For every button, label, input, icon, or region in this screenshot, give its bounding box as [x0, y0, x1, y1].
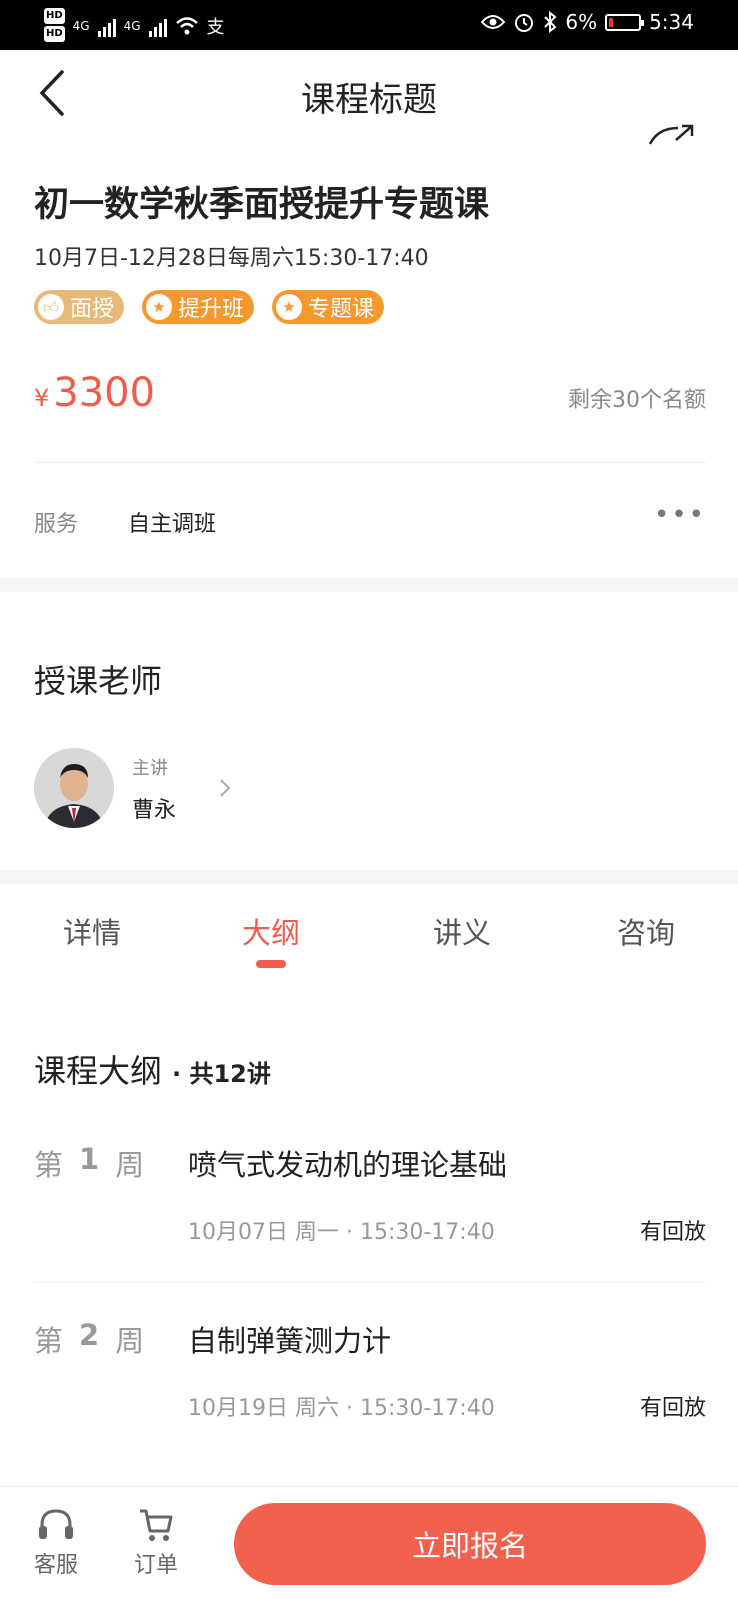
- outline-title: 课程大纲: [34, 1052, 163, 1090]
- remaining-quota: 剩余30个名额: [568, 388, 706, 413]
- tag-face-to-face: 👍︎ 面授: [34, 290, 125, 324]
- tab-handouts[interactable]: 讲义: [402, 910, 522, 952]
- lesson-replay: 有回放: [639, 1220, 706, 1245]
- more-icon[interactable]: •••: [654, 500, 706, 530]
- page-title: 课程标题: [301, 80, 437, 120]
- course-schedule: 10月7日-12月28日每周六15:30-17:40: [34, 246, 429, 271]
- outline-heading: 课程大纲 · 共12讲: [34, 1046, 271, 1092]
- tab-details[interactable]: 详情: [32, 910, 152, 952]
- share-icon[interactable]: [648, 122, 696, 148]
- course-tags: 👍︎ 面授 ★ 提升班 ★ 专题课: [34, 290, 385, 324]
- tag-label: 面授: [70, 297, 115, 322]
- star-icon: ★: [146, 294, 173, 320]
- section-gap: [0, 578, 738, 592]
- currency-symbol: ¥: [34, 384, 50, 412]
- status-left: HD HD 4G 4G 支: [44, 8, 225, 44]
- course-title: 初一数学秋季面授提升专题课: [34, 185, 490, 225]
- battery-icon: [605, 13, 645, 31]
- enroll-button[interactable]: 立即报名: [234, 1503, 706, 1585]
- section-gap: [0, 870, 738, 884]
- tab-bar: 详情 大纲 讲义 咨询: [0, 886, 738, 976]
- thumbs-up-icon: 👍︎: [38, 294, 64, 320]
- active-tab-indicator: [256, 960, 286, 968]
- week-suffix: 周: [115, 1148, 145, 1182]
- customer-service-button[interactable]: 客服: [26, 1507, 86, 1579]
- status-right: 6% 5:34: [481, 10, 694, 34]
- orders-label: 订单: [133, 1553, 178, 1578]
- eye-icon: [481, 15, 506, 29]
- bluetooth-icon: [544, 11, 557, 33]
- lesson-meta: 10月19日 周六 · 15:30-17:40: [188, 1396, 495, 1421]
- divider: [34, 462, 706, 463]
- week-prefix: 第: [34, 1148, 64, 1182]
- week-number: 2: [79, 1318, 100, 1352]
- week-suffix: 周: [115, 1324, 145, 1358]
- nav-header: 课程标题: [0, 50, 738, 145]
- network-label-2: 4G: [123, 19, 141, 33]
- tab-consult[interactable]: 咨询: [586, 910, 706, 952]
- bottom-action-bar: 客服 订单 立即报名: [0, 1486, 738, 1600]
- tag-improvement-class: ★ 提升班: [142, 290, 255, 324]
- lesson-item[interactable]: 第 2 周 自制弹簧测力计 10月19日 周六 · 15:30-17:40 有回…: [0, 1318, 738, 1498]
- divider: [34, 1282, 706, 1283]
- tag-topic-course: ★ 专题课: [272, 290, 385, 324]
- lesson-item[interactable]: 第 1 周 喷气式发动机的理论基础 10月07日 周一 · 15:30-17:4…: [0, 1142, 738, 1322]
- service-value[interactable]: 自主调班: [128, 506, 216, 538]
- network-label-1: 4G: [72, 19, 90, 33]
- lesson-week: 第 2 周: [34, 1318, 144, 1360]
- cart-icon: [140, 1509, 173, 1541]
- teacher-heading: 授课老师: [34, 662, 163, 700]
- clock: 5:34: [649, 10, 694, 34]
- course-price: ¥ 3300: [34, 370, 155, 416]
- lesson-title: 喷气式发动机的理论基础: [188, 1148, 508, 1182]
- outline-count: · 共12讲: [172, 1060, 271, 1088]
- alarm-icon: [515, 14, 534, 32]
- teacher-avatar[interactable]: [34, 748, 114, 828]
- tag-label: 提升班: [178, 297, 245, 322]
- week-prefix: 第: [34, 1324, 64, 1358]
- lesson-meta: 10月07日 周一 · 15:30-17:40: [188, 1220, 495, 1245]
- signal-icon-2: [148, 15, 167, 37]
- headset-icon: [39, 1509, 73, 1539]
- week-number: 1: [79, 1142, 100, 1176]
- signal-icon: [97, 15, 116, 37]
- tag-label: 专题课: [308, 297, 375, 322]
- lesson-title: 自制弹簧测力计: [188, 1324, 392, 1358]
- orders-button[interactable]: 订单: [126, 1507, 186, 1579]
- teacher-name[interactable]: 曹永: [132, 792, 176, 824]
- tab-outline[interactable]: 大纲: [211, 910, 331, 952]
- customer-service-label: 客服: [33, 1553, 78, 1578]
- star-icon: ★: [276, 294, 303, 320]
- battery-percent: 6%: [565, 10, 598, 34]
- price-value: 3300: [53, 370, 156, 416]
- lesson-week: 第 1 周: [34, 1142, 144, 1184]
- hd-indicator: HD HD: [44, 8, 65, 44]
- chevron-right-icon[interactable]: [218, 778, 232, 798]
- lesson-replay: 有回放: [639, 1396, 706, 1421]
- alipay-icon: 支: [206, 17, 225, 38]
- service-label: 服务: [34, 512, 79, 537]
- wifi-icon: [175, 17, 198, 35]
- teacher-role: 主讲: [132, 758, 168, 779]
- status-bar: HD HD 4G 4G 支 6% 5:34: [0, 0, 738, 50]
